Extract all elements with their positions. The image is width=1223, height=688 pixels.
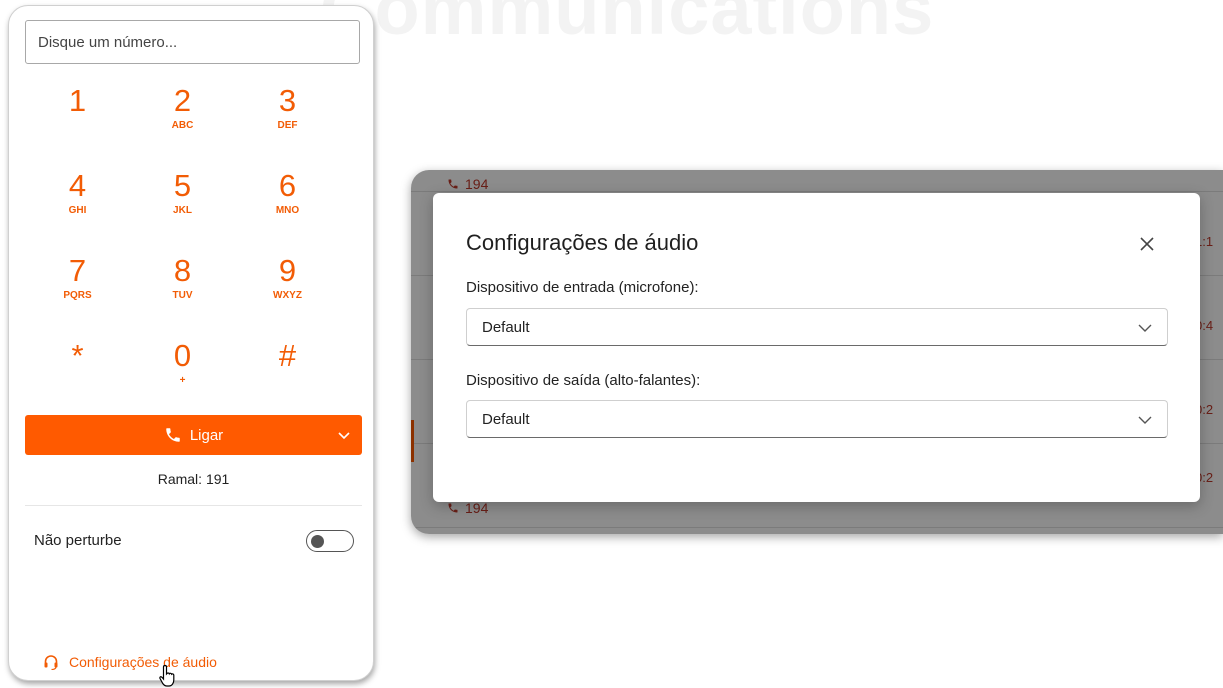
key-letters: JKL <box>173 205 192 216</box>
output-device-select[interactable]: Default <box>466 400 1168 438</box>
chevron-down-icon[interactable] <box>336 427 352 443</box>
do-not-disturb-label: Não perturbe <box>34 532 122 549</box>
extension-info: Ramal: 191 <box>25 471 362 487</box>
output-device-label: Dispositivo de saída (alto-falantes): <box>466 372 701 389</box>
key-digit: * <box>71 338 84 373</box>
key-digit: # <box>278 338 297 373</box>
key-letters: DEF <box>277 120 298 131</box>
phone-number-input[interactable] <box>25 20 360 64</box>
key-letters: TUV <box>172 290 193 301</box>
key-digit: 3 <box>278 83 297 118</box>
key-digit: 7 <box>68 253 87 288</box>
key-letters: PQRS <box>63 290 92 301</box>
key-letters: MNO <box>275 205 300 216</box>
key-digit: 6 <box>278 168 297 203</box>
key-letters: GHI <box>68 205 87 216</box>
keypad: 1 2 ABC 3 DEF 4 GHI 5 JKL 6 MNO 7 PQRS 8 TUV 9 W… <box>25 84 340 424</box>
key-4[interactable]: 4 GHI <box>25 169 130 254</box>
close-icon <box>1140 237 1154 251</box>
chevron-down-icon <box>1138 324 1152 332</box>
headset-icon <box>44 655 58 670</box>
close-button[interactable] <box>1136 233 1158 255</box>
key-letters: ABC <box>171 120 194 131</box>
toggle-knob <box>311 534 324 548</box>
audio-settings-link-label: Configurações de áudio <box>69 654 217 670</box>
key-letters: + <box>179 375 186 386</box>
key-9[interactable]: 9 WXYZ <box>235 254 340 339</box>
key-0[interactable]: 0 + <box>130 339 235 424</box>
chevron-down-icon <box>1138 416 1152 424</box>
call-button-label: Ligar <box>189 426 224 444</box>
phone-icon <box>166 428 180 442</box>
divider <box>25 505 362 506</box>
key-8[interactable]: 8 TUV <box>130 254 235 339</box>
key-star[interactable]: * <box>25 339 130 424</box>
audio-settings-link[interactable]: Configurações de áudio <box>43 654 217 670</box>
key-letters: WXYZ <box>273 290 302 301</box>
input-device-value: Default <box>482 319 530 336</box>
key-digit: 8 <box>173 253 192 288</box>
key-digit: 5 <box>173 168 192 203</box>
do-not-disturb-toggle[interactable] <box>306 530 354 552</box>
key-7[interactable]: 7 PQRS <box>25 254 130 339</box>
key-hash[interactable]: # <box>235 339 340 424</box>
key-digit: 1 <box>68 83 87 118</box>
dialer-panel: 1 2 ABC 3 DEF 4 GHI 5 JKL 6 MNO 7 PQRS 8 TUV 9 W… <box>8 5 374 681</box>
key-5[interactable]: 5 JKL <box>130 169 235 254</box>
call-button[interactable]: Ligar <box>25 415 362 455</box>
input-device-select[interactable]: Default <box>466 308 1168 346</box>
input-device-label: Dispositivo de entrada (microfone): <box>466 279 699 296</box>
key-digit: 0 <box>173 338 192 373</box>
key-1[interactable]: 1 <box>25 84 130 169</box>
output-device-value: Default <box>482 411 530 428</box>
key-3[interactable]: 3 DEF <box>235 84 340 169</box>
dialog-title: Configurações de áudio <box>466 230 699 255</box>
key-digit: 4 <box>68 168 87 203</box>
audio-settings-dialog: Configurações de áudio Dispositivo de en… <box>433 193 1200 502</box>
hand-cursor-icon <box>159 664 175 687</box>
key-digit: 2 <box>173 83 192 118</box>
key-6[interactable]: 6 MNO <box>235 169 340 254</box>
background-title: Communications <box>320 0 935 50</box>
key-2[interactable]: 2 ABC <box>130 84 235 169</box>
key-digit: 9 <box>278 253 297 288</box>
extension-label: Ramal: 191 <box>157 471 230 487</box>
screen: Communications 194 1:1 0:4 0:2 0:2 194 C… <box>0 0 1223 688</box>
